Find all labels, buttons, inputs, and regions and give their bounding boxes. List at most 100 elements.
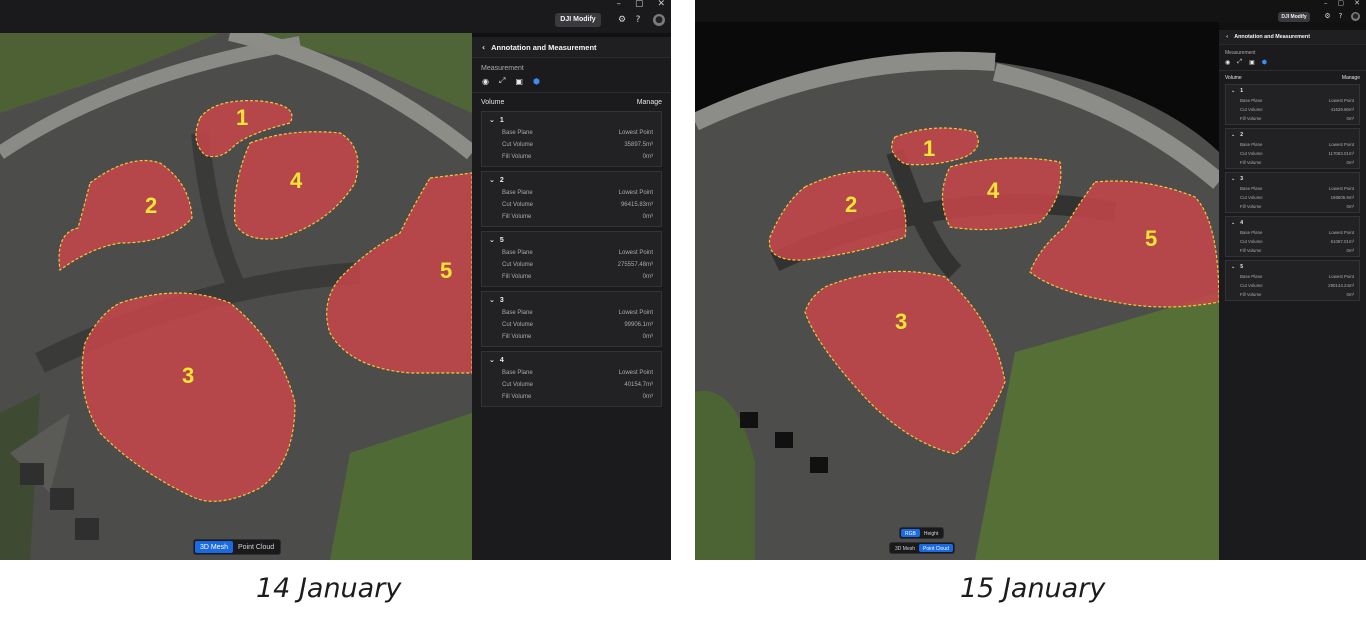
- point-cloud-toggle[interactable]: Point Cloud: [919, 544, 953, 552]
- manage-button[interactable]: Manage: [1342, 75, 1360, 81]
- pile-label-2: 2: [145, 193, 157, 218]
- map-view-3d-mesh[interactable]: 1 2 3 4 5: [0, 33, 472, 560]
- base-plane-value: Lowest Point: [1328, 98, 1354, 103]
- volume-card[interactable]: ⌄ 5 Base Plane Lowest Point Cut Volume 275557…: [481, 231, 662, 287]
- pile-outline-2[interactable]: [58, 159, 193, 272]
- collapse-chevron-icon[interactable]: ⌄: [489, 236, 495, 244]
- fill-volume-label: Fill Volume: [1240, 248, 1262, 253]
- collapse-chevron-icon[interactable]: ⌄: [1231, 132, 1235, 138]
- screenshot-jan-14: – ▢ ✕ DJI Modify ⚙ ? ● 1 2 3 4 5 ‹ Annot…: [0, 0, 671, 560]
- maximize-icon[interactable]: ▢: [1338, 0, 1345, 7]
- settings-icon[interactable]: ⚙: [1323, 12, 1332, 21]
- base-plane-row: Base Plane Lowest Point: [489, 247, 653, 259]
- base-plane-value: Lowest Point: [618, 310, 653, 316]
- rgb-toggle[interactable]: RGB: [901, 529, 920, 537]
- pile-overlays: 1 2 3 4 5: [58, 100, 472, 502]
- fill-volume-row: Fill Volume 0m³: [489, 271, 653, 283]
- minimize-icon[interactable]: –: [616, 0, 621, 9]
- app-titlebar: – ▢ ✕ DJI Modify ⚙ ? ●: [0, 0, 671, 33]
- volume-card-title[interactable]: ⌄ 4: [1231, 220, 1354, 226]
- settings-icon[interactable]: ⚙: [616, 14, 628, 26]
- volume-card-title[interactable]: ⌄ 4: [489, 356, 653, 364]
- volume-tool-icon[interactable]: ⬢: [533, 77, 540, 86]
- volume-card[interactable]: ⌄ 3 Base Plane Lowest Point Cut Volume 99906.…: [481, 291, 662, 347]
- collapse-chevron-icon[interactable]: ⌄: [1231, 88, 1235, 94]
- color-mode-toggle: RGB Height: [899, 527, 945, 539]
- cut-volume-row: Cut Volume 96415.83m³: [489, 199, 653, 211]
- volume-card-title[interactable]: ⌄ 1: [1231, 88, 1354, 94]
- measurement-toolbar: ◉ ⤢ ▣ ⬢: [472, 74, 671, 92]
- collapse-chevron-icon[interactable]: ⌄: [1231, 264, 1235, 270]
- collapse-chevron-icon[interactable]: ⌄: [489, 176, 495, 184]
- volume-card[interactable]: ⌄ 4 Base Plane Lowest Point Cut Volume 61087.…: [1225, 216, 1360, 257]
- 3d-mesh-toggle[interactable]: 3D Mesh: [195, 541, 234, 553]
- line-tool-icon[interactable]: ⤢: [499, 76, 505, 86]
- point-cloud-toggle[interactable]: Point Cloud: [233, 541, 279, 553]
- pile-label-4: 4: [987, 178, 1000, 203]
- pile-label-1: 1: [923, 136, 935, 161]
- height-toggle[interactable]: Height: [920, 529, 942, 537]
- avatar-icon[interactable]: ●: [1351, 12, 1360, 21]
- fill-volume-value: 0m³: [642, 214, 653, 220]
- view-mode-toggle: 3D Mesh Point Cloud: [889, 542, 955, 554]
- help-icon[interactable]: ?: [1336, 12, 1345, 21]
- dji-modify-button[interactable]: DJI Modify: [555, 13, 601, 27]
- fill-volume-value: 0m³: [1346, 292, 1354, 297]
- base-plane-value: Lowest Point: [618, 250, 653, 256]
- pile-outline-3[interactable]: [804, 270, 1006, 455]
- minimize-icon[interactable]: –: [1324, 0, 1328, 7]
- volume-card[interactable]: ⌄ 4 Base Plane Lowest Point Cut Volume 40154.…: [481, 351, 662, 407]
- collapse-chevron-icon[interactable]: ⌄: [1231, 220, 1235, 226]
- avatar-icon[interactable]: ●: [653, 14, 665, 26]
- 3d-mesh-toggle[interactable]: 3D Mesh: [891, 544, 919, 552]
- pile-outline-2[interactable]: [768, 170, 907, 261]
- volume-card-title[interactable]: ⌄ 5: [489, 236, 653, 244]
- close-icon[interactable]: ✕: [1354, 0, 1360, 7]
- point-tool-icon[interactable]: ◉: [1225, 59, 1230, 66]
- volume-card-title[interactable]: ⌄ 1: [489, 116, 653, 124]
- volume-card[interactable]: ⌄ 3 Base Plane Lowest Point Cut Volume 198605…: [1225, 172, 1360, 213]
- caption-date-right: 15 January: [960, 573, 1106, 604]
- map-view-point-cloud[interactable]: 1 2 3 4 5: [695, 22, 1219, 560]
- line-tool-icon[interactable]: ⤢: [1237, 58, 1242, 66]
- point-tool-icon[interactable]: ◉: [482, 77, 489, 86]
- volume-card[interactable]: ⌄ 1 Base Plane Lowest Point Cut Volume 41629.…: [1225, 84, 1360, 125]
- cut-volume-row: Cut Volume 198605.9m³: [1231, 193, 1354, 202]
- volume-tool-icon[interactable]: ⬢: [1262, 59, 1267, 66]
- fill-volume-row: Fill Volume 0m³: [1231, 114, 1354, 123]
- pile-outline-3[interactable]: [81, 292, 296, 502]
- volume-card-title[interactable]: ⌄ 3: [1231, 176, 1354, 182]
- volume-label: Volume: [1225, 75, 1242, 81]
- volume-card-title[interactable]: ⌄ 5: [1231, 264, 1354, 270]
- collapse-chevron-icon[interactable]: ⌄: [489, 296, 495, 304]
- collapse-chevron-icon[interactable]: ⌄: [1231, 176, 1235, 182]
- volume-card-title[interactable]: ⌄ 2: [489, 176, 653, 184]
- volume-card[interactable]: ⌄ 1 Base Plane Lowest Point Cut Volume 35897.…: [481, 111, 662, 167]
- fill-volume-label: Fill Volume: [1240, 116, 1262, 121]
- area-tool-icon[interactable]: ▣: [1249, 59, 1255, 66]
- dji-modify-button[interactable]: DJI Modify: [1278, 12, 1310, 22]
- collapse-chevron-icon[interactable]: ⌄: [489, 116, 495, 124]
- collapse-chevron-icon[interactable]: ⌄: [489, 356, 495, 364]
- measurement-label: Measurement: [1225, 50, 1256, 56]
- volume-card[interactable]: ⌄ 2 Base Plane Lowest Point Cut Volume 96415.…: [481, 171, 662, 227]
- panel-header: ‹ Annotation and Measurement: [1219, 30, 1366, 45]
- manage-button[interactable]: Manage: [637, 99, 662, 106]
- fill-volume-row: Fill Volume 0m³: [489, 211, 653, 223]
- volume-card[interactable]: ⌄ 5 Base Plane Lowest Point Cut Volume 290144…: [1225, 260, 1360, 301]
- close-icon[interactable]: ✕: [657, 0, 665, 9]
- help-icon[interactable]: ?: [632, 14, 644, 26]
- pile-outline-5[interactable]: [1029, 180, 1219, 308]
- volume-card-title[interactable]: ⌄ 3: [489, 296, 653, 304]
- caption-date-left: 14 January: [256, 573, 402, 604]
- area-tool-icon[interactable]: ▣: [515, 77, 523, 86]
- back-chevron-icon[interactable]: ‹: [1226, 34, 1228, 40]
- pile-outline-4[interactable]: [941, 157, 1062, 231]
- maximize-icon[interactable]: ▢: [635, 0, 644, 9]
- panel-title: Annotation and Measurement: [1234, 34, 1311, 40]
- volume-id: 5: [499, 236, 504, 244]
- back-chevron-icon[interactable]: ‹: [482, 43, 485, 52]
- volume-card-title[interactable]: ⌄ 2: [1231, 132, 1354, 138]
- volume-id: 4: [1240, 220, 1243, 226]
- volume-card[interactable]: ⌄ 2 Base Plane Lowest Point Cut Volume 117083…: [1225, 128, 1360, 169]
